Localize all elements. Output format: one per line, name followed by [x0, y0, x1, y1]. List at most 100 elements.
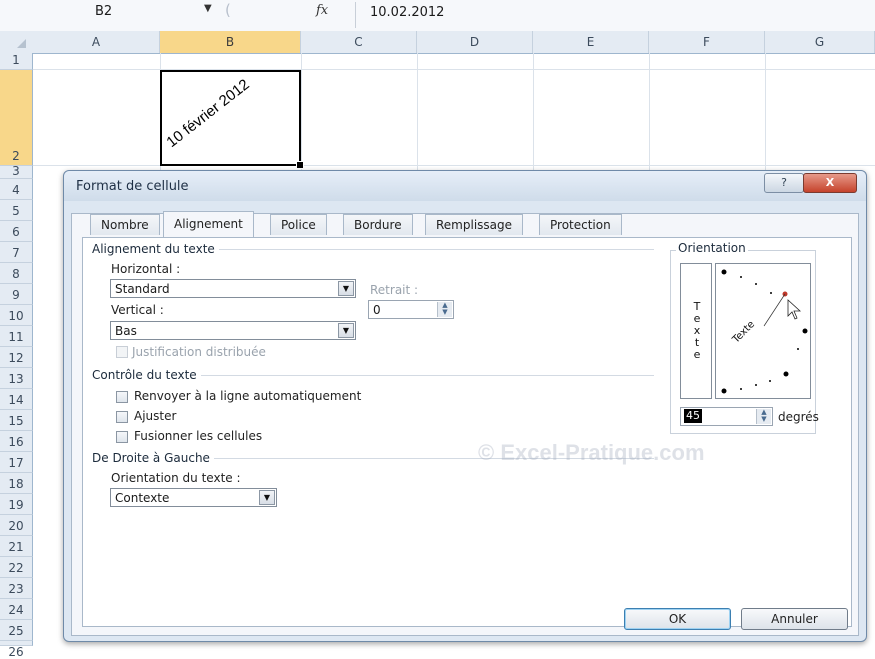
- row-header-7[interactable]: 7: [0, 242, 33, 263]
- text-alignment-group-label: Alignement du texte: [92, 242, 219, 256]
- merge-cells-label: Fusionner les cellules: [134, 429, 263, 443]
- column-header-f[interactable]: F: [649, 31, 765, 53]
- ok-button[interactable]: OK: [624, 608, 731, 630]
- dial-tick: [769, 380, 771, 382]
- dialog-title: Format de cellule: [76, 179, 189, 194]
- text-control-group-label: Contrôle du texte: [92, 368, 201, 382]
- row-header-12[interactable]: 12: [0, 347, 33, 368]
- vertical-select[interactable]: Bas ▼: [110, 321, 356, 340]
- row-header-25[interactable]: 25: [0, 620, 33, 641]
- dial-tick: [802, 328, 808, 334]
- formula-cancel-icon[interactable]: (: [225, 1, 231, 19]
- help-button[interactable]: ?: [764, 173, 804, 193]
- row-header-2[interactable]: 2: [0, 70, 33, 166]
- cancel-button[interactable]: Annuler: [741, 608, 848, 630]
- vertical-select-value: Bas: [115, 324, 137, 338]
- column-header-d[interactable]: D: [417, 31, 533, 53]
- row-header-22[interactable]: 22: [0, 557, 33, 578]
- row-header-10[interactable]: 10: [0, 305, 33, 326]
- row-header-11[interactable]: 11: [0, 326, 33, 347]
- row-header-16[interactable]: 16: [0, 431, 33, 452]
- name-box-dropdown-icon[interactable]: ▼: [204, 3, 212, 14]
- column-header-g[interactable]: G: [765, 31, 875, 53]
- tab-protection[interactable]: Protection: [539, 214, 622, 235]
- dial-tick: [783, 371, 789, 377]
- orientation-dial[interactable]: Texte: [715, 263, 811, 399]
- spinner-arrows-icon[interactable]: ▲ ▼: [756, 409, 771, 424]
- wrap-text-checkbox[interactable]: [116, 391, 128, 403]
- insert-function-icon[interactable]: fx: [316, 3, 328, 18]
- column-header-b[interactable]: B: [160, 31, 301, 53]
- row-header-26[interactable]: 26: [0, 641, 33, 659]
- gridline: [417, 53, 418, 170]
- dial-tick: [740, 276, 742, 278]
- column-header-e[interactable]: E: [533, 31, 649, 53]
- dial-tick: [740, 388, 742, 390]
- row-header-9[interactable]: 9: [0, 284, 33, 305]
- wrap-text-label: Renvoyer à la ligne automatiquement: [134, 389, 362, 403]
- formula-bar: B2 ▼ ( fx 10.02.2012: [0, 0, 875, 32]
- gridline: [765, 53, 766, 170]
- row-header-6[interactable]: 6: [0, 221, 33, 242]
- tab-remplissage[interactable]: Remplissage: [425, 214, 524, 235]
- fill-handle[interactable]: [296, 161, 304, 169]
- dialog-titlebar[interactable]: Format de cellule ? X: [64, 171, 866, 201]
- spinner-arrows-icon[interactable]: ▲ ▼: [437, 302, 452, 317]
- dial-tick: [770, 292, 772, 294]
- merge-cells-checkbox[interactable]: [116, 431, 128, 443]
- row-header-17[interactable]: 17: [0, 452, 33, 473]
- chevron-down-icon[interactable]: ▼: [338, 323, 354, 338]
- gridline: [301, 53, 302, 170]
- column-headers: A B C D E F G: [0, 31, 875, 54]
- row-header-4[interactable]: 4: [0, 179, 33, 200]
- shrink-to-fit-checkbox[interactable]: [116, 411, 128, 423]
- indent-value: 0: [373, 303, 381, 317]
- text-direction-value: Contexte: [115, 491, 170, 505]
- row-header-3[interactable]: 3: [0, 164, 33, 179]
- close-button[interactable]: X: [803, 173, 857, 193]
- tab-alignement[interactable]: Alignement: [163, 211, 254, 237]
- row-header-13[interactable]: 13: [0, 368, 33, 389]
- dial-tick: [755, 283, 757, 285]
- vertical-label: Vertical :: [111, 303, 164, 317]
- row-header-8[interactable]: 8: [0, 263, 33, 284]
- tab-nombre[interactable]: Nombre: [90, 214, 160, 235]
- vertical-text-label: Texte: [692, 301, 702, 361]
- indent-spinner[interactable]: 0 ▲ ▼: [368, 300, 454, 319]
- row-header-15[interactable]: 15: [0, 410, 33, 431]
- chevron-down-icon[interactable]: ▼: [259, 490, 275, 505]
- degrees-value[interactable]: 45: [684, 409, 702, 423]
- row-header-14[interactable]: 14: [0, 389, 33, 410]
- chevron-down-icon[interactable]: ▼: [338, 281, 354, 296]
- dial-text-label: Texte: [730, 319, 757, 346]
- row-header-20[interactable]: 20: [0, 515, 33, 536]
- indent-label: Retrait :: [370, 283, 419, 297]
- distributed-justify-label: Justification distribuée: [132, 345, 266, 359]
- formula-input[interactable]: 10.02.2012: [370, 5, 444, 20]
- distributed-justify-checkbox[interactable]: [116, 346, 128, 358]
- row-header-23[interactable]: 23: [0, 578, 33, 599]
- select-all-corner[interactable]: [0, 31, 33, 53]
- dial-pointer-line: [763, 293, 786, 327]
- watermark: © Excel-Pratique.com: [478, 440, 705, 465]
- column-header-a[interactable]: A: [33, 31, 160, 53]
- row-header-19[interactable]: 19: [0, 494, 33, 515]
- text-direction-select[interactable]: Contexte ▼: [110, 488, 277, 507]
- dial-tick: [721, 269, 727, 275]
- row-header-18[interactable]: 18: [0, 473, 33, 494]
- text-direction-label: Orientation du texte :: [111, 471, 241, 485]
- name-box[interactable]: B2: [95, 4, 112, 19]
- orientation-group-label: Orientation: [676, 241, 748, 255]
- vertical-text-letter: e: [693, 348, 701, 361]
- cursor-icon: [787, 299, 802, 320]
- row-header-21[interactable]: 21: [0, 536, 33, 557]
- row-header-5[interactable]: 5: [0, 200, 33, 221]
- row-header-24[interactable]: 24: [0, 599, 33, 620]
- column-header-c[interactable]: C: [301, 31, 417, 53]
- horizontal-select[interactable]: Standard ▼: [110, 279, 356, 298]
- tab-police[interactable]: Police: [270, 214, 327, 235]
- shrink-to-fit-label: Ajuster: [134, 409, 177, 423]
- tab-bordure[interactable]: Bordure: [343, 214, 413, 235]
- gridline: [649, 53, 650, 170]
- row-header-1[interactable]: 1: [0, 53, 33, 70]
